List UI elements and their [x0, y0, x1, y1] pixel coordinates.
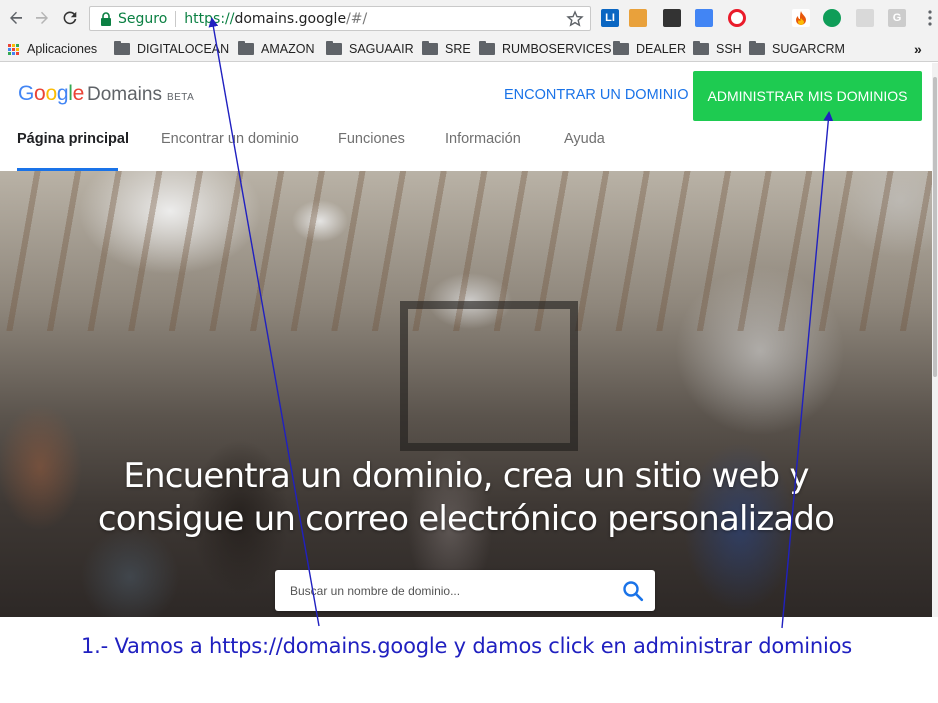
hero-title-line2: consigue un correo electrónico personali…	[97, 499, 835, 539]
more-vert-icon	[928, 10, 932, 26]
bookmark-folder-label: SAGUAAIR	[349, 42, 414, 56]
google-wordmark-letter: e	[72, 82, 85, 105]
film-extension-icon[interactable]	[663, 9, 681, 27]
page-scrollbar[interactable]	[932, 63, 938, 617]
screenshot-root: Seguro https:// domains.google /#/ LI G A…	[0, 0, 938, 703]
url-path: /#/	[346, 10, 368, 27]
folder-icon	[479, 41, 495, 55]
bookmarks-overflow-button[interactable]: »	[914, 40, 922, 58]
scrollbar-thumb[interactable]	[933, 77, 937, 377]
reload-button[interactable]	[58, 6, 82, 30]
bookmark-folder[interactable]: SSH	[693, 40, 742, 58]
bookmark-folder[interactable]: DIGITALOCEAN	[114, 40, 229, 58]
apps-grid-icon	[8, 43, 19, 55]
folder-icon	[693, 41, 709, 55]
bookmark-folder[interactable]: RUMBOSERVICES	[479, 40, 612, 58]
folder-icon	[114, 41, 130, 55]
bookmark-folder-label: RUMBOSERVICES	[502, 42, 612, 56]
bookmark-folder[interactable]: SAGUAAIR	[326, 40, 414, 58]
folder-icon	[326, 41, 342, 55]
bookmark-folder[interactable]: DEALER	[613, 40, 686, 58]
bookmarks-bar: Aplicaciones DIGITALOCEAN AMAZON SAGUAAIR S…	[0, 36, 938, 62]
google-wordmark-letter: o	[45, 82, 57, 105]
logo-product-name: Domains	[86, 84, 162, 105]
google-domains-logo[interactable]: Google Domains BETA	[18, 82, 194, 108]
bookmark-folder-label: SRE	[445, 42, 471, 56]
hero-title-line1: Encuentra un dominio, crea un sitio web …	[123, 456, 809, 496]
nav-features[interactable]: Funciones	[338, 131, 405, 147]
nav-help[interactable]: Ayuda	[564, 131, 605, 147]
google-wordmark-letter: o	[34, 82, 46, 105]
hero-banner: Encuentra un dominio, crea un sitio web …	[0, 171, 932, 617]
annotation-caption: 1.- Vamos a https://domains.google y dam…	[81, 634, 853, 658]
find-domain-link[interactable]: ENCONTRAR UN DOMINIO	[504, 87, 688, 103]
arrow-right-icon	[36, 11, 48, 24]
bookmark-folder[interactable]: AMAZON	[238, 40, 314, 58]
nav-find-domain[interactable]: Encontrar un dominio	[161, 131, 299, 147]
nav-home[interactable]: Página principal	[17, 131, 129, 147]
bookmark-apps-label: Aplicaciones	[27, 42, 98, 56]
hangouts-icon[interactable]	[823, 9, 841, 27]
address-bar[interactable]: Seguro https:// domains.google /#/	[89, 6, 591, 31]
forward-button[interactable]	[30, 6, 54, 30]
bookmark-folder-label: AMAZON	[261, 42, 315, 56]
folder-icon	[613, 41, 629, 55]
bookmark-folder-label: DEALER	[636, 42, 687, 56]
folder-icon	[238, 41, 254, 55]
linkedin-extension-icon[interactable]: LI	[601, 9, 619, 27]
bookmark-apps[interactable]: Aplicaciones	[8, 40, 97, 58]
hero-title: Encuentra un dominio, crea un sitio web …	[0, 455, 932, 541]
bookmark-folder-label: SUGARCRM	[772, 42, 845, 56]
domain-search-input[interactable]	[275, 570, 605, 611]
google-wordmark: Google	[18, 82, 84, 106]
search-button[interactable]	[621, 579, 645, 603]
google-wordmark-letter: G	[18, 82, 35, 105]
address-separator	[175, 10, 177, 27]
back-button[interactable]	[4, 6, 28, 30]
bookmark-folder-label: SSH	[716, 42, 742, 56]
admin-domains-button[interactable]: ADMINISTRAR MIS DOMINIOS	[693, 71, 922, 121]
url-scheme: https://	[184, 10, 235, 27]
opera-extension-icon[interactable]	[728, 9, 746, 27]
bookmark-folder[interactable]: SUGARCRM	[749, 40, 845, 58]
g-extension-icon[interactable]: G	[888, 9, 906, 27]
bookmark-folder[interactable]: SRE	[422, 40, 471, 58]
bookmark-star-icon[interactable]	[566, 10, 584, 28]
lock-icon	[98, 11, 114, 27]
domain-search-box	[275, 570, 655, 611]
fire-extension-icon[interactable]	[792, 9, 810, 27]
site-header: Google Domains BETA ENCONTRAR UN DOMINIO…	[0, 63, 932, 171]
url-host: domains.google	[234, 10, 347, 27]
search-icon	[623, 581, 644, 602]
grey-tab-extension-icon[interactable]	[856, 9, 874, 27]
secure-label: Seguro	[118, 10, 168, 27]
google-wordmark-letter: g	[56, 82, 69, 105]
bookmark-folder-label: DIGITALOCEAN	[137, 42, 230, 56]
browser-toolbar: Seguro https:// domains.google /#/ LI G	[0, 0, 938, 36]
arrow-left-icon	[10, 11, 22, 24]
reload-icon	[63, 11, 77, 25]
chrome-menu-button[interactable]	[918, 6, 938, 30]
nav-information[interactable]: Información	[445, 131, 521, 147]
colorful-bars-extension-icon[interactable]	[629, 9, 647, 27]
folder-icon	[749, 41, 765, 55]
google-translate-icon[interactable]	[695, 9, 713, 27]
logo-beta-badge: BETA	[166, 92, 195, 103]
folder-icon	[422, 41, 438, 55]
